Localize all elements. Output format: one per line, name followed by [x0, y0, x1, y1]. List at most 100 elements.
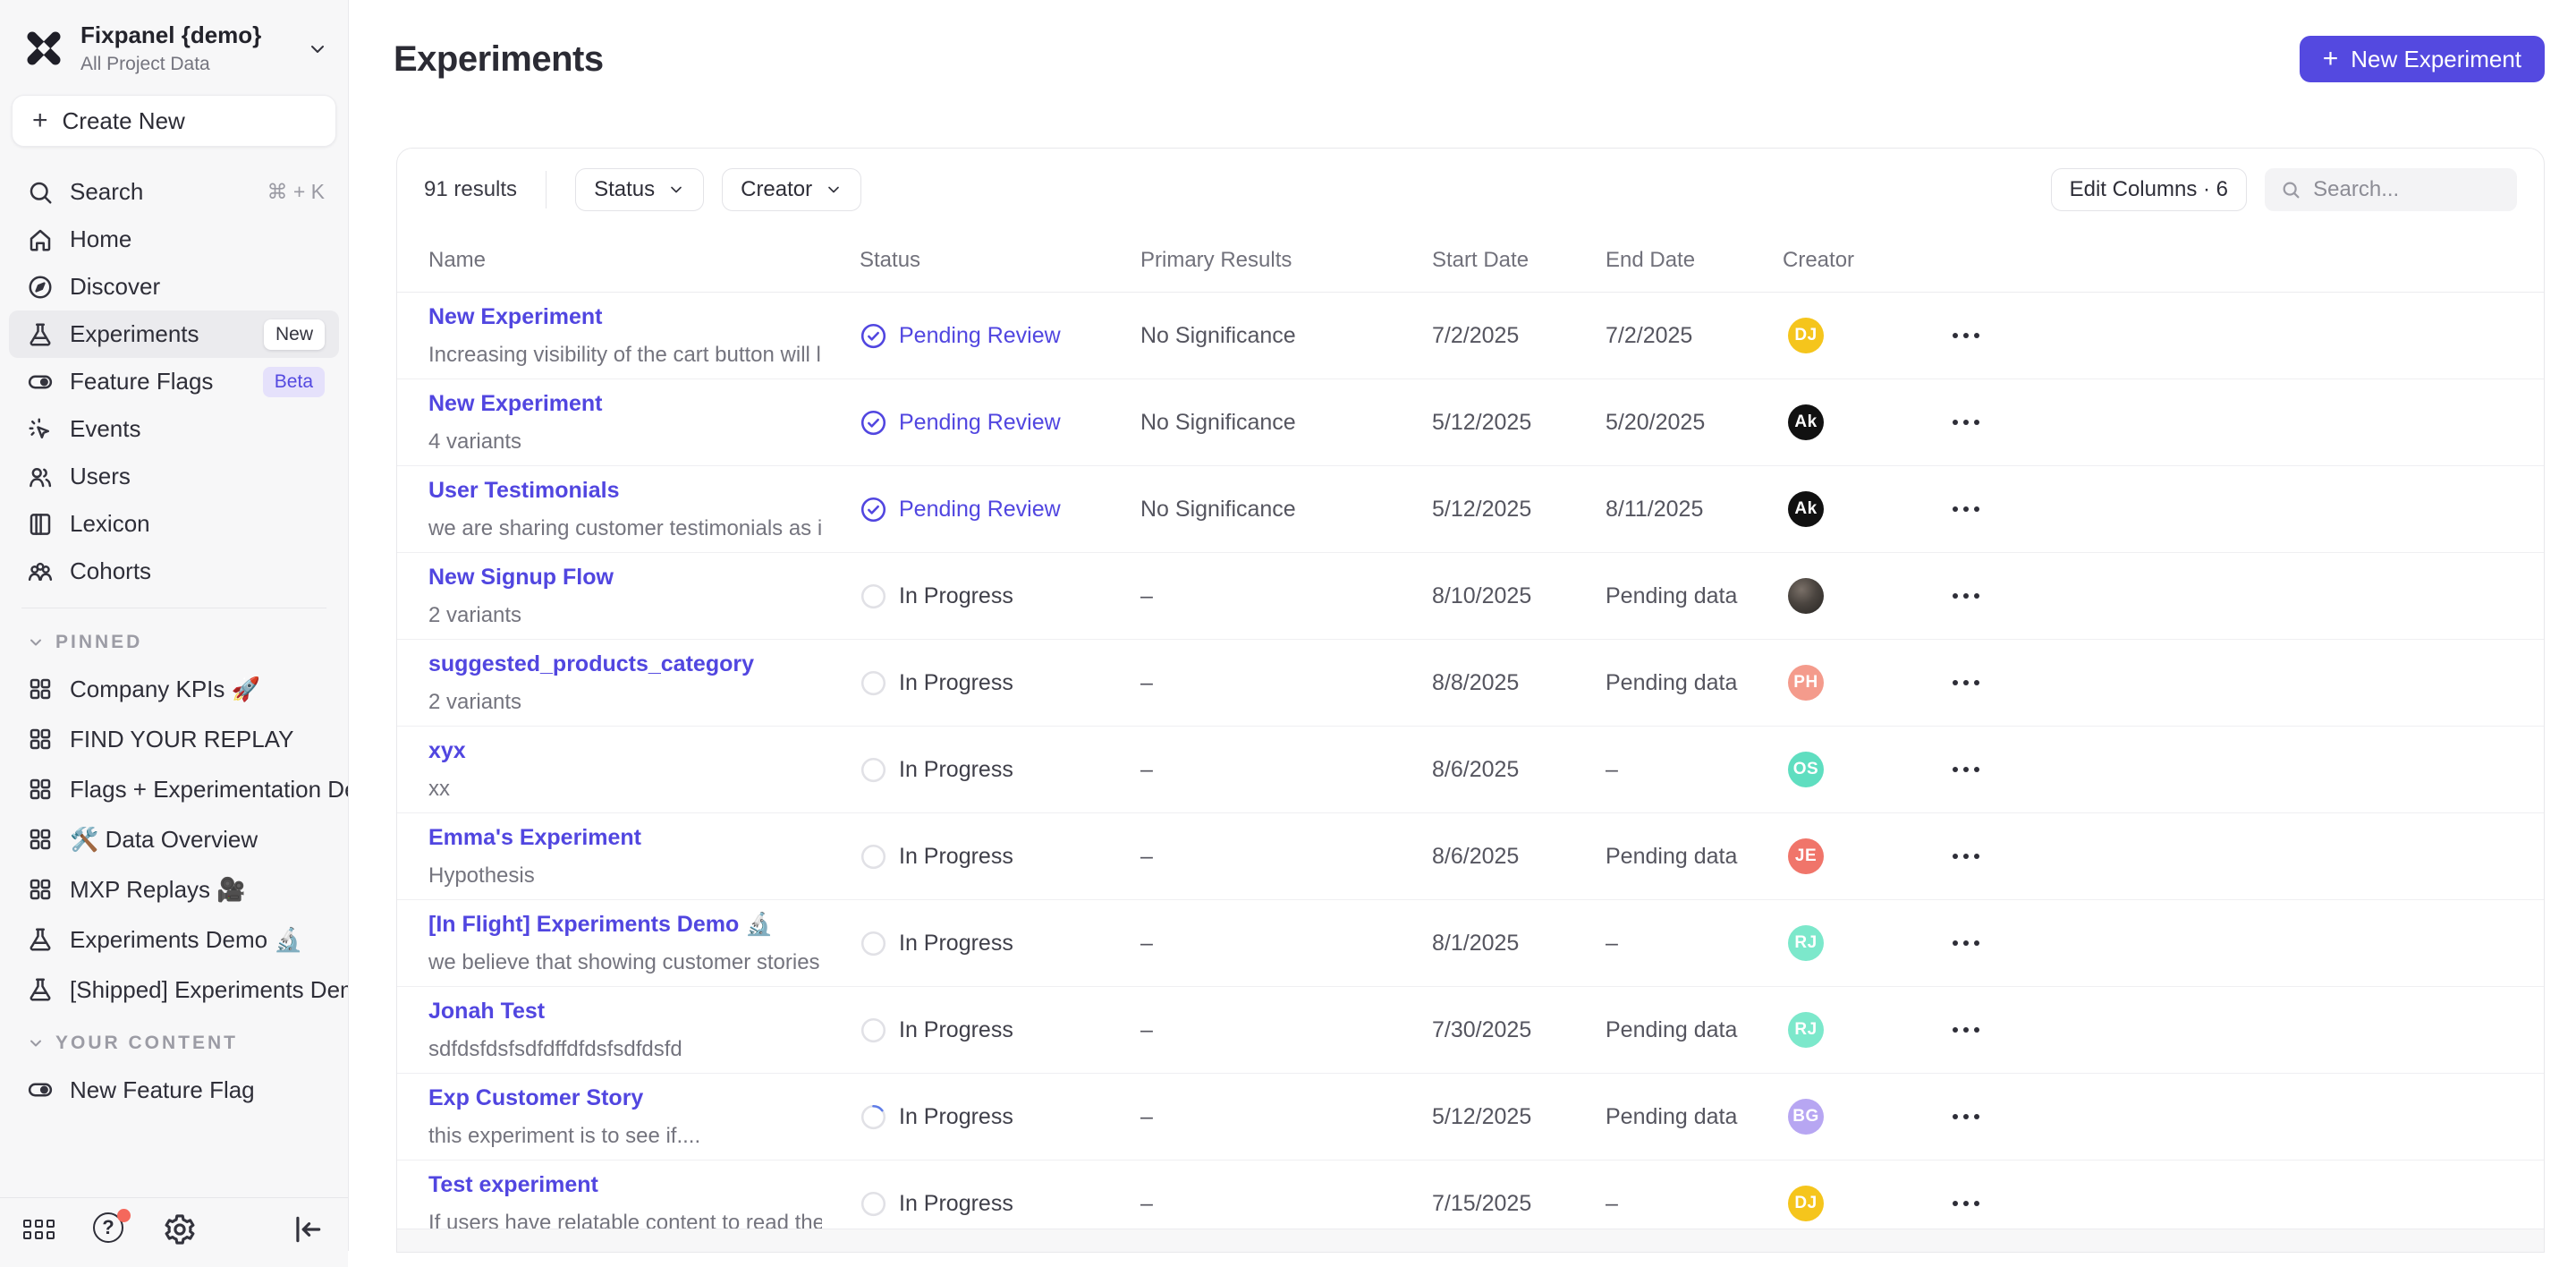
experiment-name-link[interactable]: Emma's Experiment [428, 825, 641, 851]
creator-cell: Ak [1783, 491, 1927, 527]
experiment-description: Hypothesis [428, 863, 822, 889]
row-actions-menu[interactable] [1947, 671, 2544, 694]
experiment-name-link[interactable]: suggested_products_category [428, 651, 754, 677]
workspace-switcher[interactable]: Fixpanel {demo} All Project Data [0, 0, 348, 89]
experiment-name-link[interactable]: New Experiment [428, 391, 603, 417]
status-cell: In Progress [860, 1190, 1140, 1218]
row-actions-menu[interactable] [1947, 758, 2544, 781]
row-actions-menu[interactable] [1947, 931, 2544, 955]
experiment-name-link[interactable]: [In Flight] Experiments Demo 🔬 [428, 912, 773, 938]
board-icon [27, 726, 54, 753]
in-progress-icon [860, 843, 887, 871]
status-filter-button[interactable]: Status [575, 168, 704, 211]
experiment-name-link[interactable]: Exp Customer Story [428, 1085, 643, 1111]
collapse-sidebar-icon[interactable] [291, 1212, 325, 1246]
row-actions-menu[interactable] [1947, 324, 2544, 347]
row-actions-menu[interactable] [1947, 584, 2544, 608]
experiment-name-link[interactable]: Test experiment [428, 1172, 598, 1198]
table-row: New Experiment Increasing visibility of … [397, 293, 2544, 379]
settings-gear-icon[interactable] [163, 1212, 197, 1246]
row-actions-menu[interactable] [1947, 1192, 2544, 1215]
nav-label: Cohorts [70, 557, 151, 585]
experiment-name-link[interactable]: User Testimonials [428, 478, 620, 504]
pinned-item-experiments-demo[interactable]: Experiments Demo 🔬 [0, 914, 348, 965]
pinned-item-shipped-experiments-demo[interactable]: [Shipped] Experiments Demo 🖊️ [0, 965, 348, 1015]
experiment-description: we are sharing customer testimonials as … [428, 516, 822, 541]
start-date-cell: 5/12/2025 [1432, 1104, 1606, 1130]
board-icon [27, 876, 54, 903]
pinned-label: MXP Replays 🎥 [70, 876, 246, 904]
sidebar-item-feature-flags[interactable]: Feature Flags Beta [9, 358, 339, 405]
primary-results-cell: – [1140, 1104, 1432, 1130]
column-header-end-date[interactable]: End Date [1606, 248, 1783, 273]
edit-columns-label: Edit Columns · 6 [2070, 177, 2228, 202]
sidebar-item-cohorts[interactable]: Cohorts [9, 548, 339, 595]
sidebar-item-users[interactable]: Users [9, 453, 339, 500]
status-cell: In Progress [860, 756, 1140, 784]
your-content-title: YOUR CONTENT [55, 1033, 238, 1054]
status-label: In Progress [899, 583, 1013, 609]
row-actions-menu[interactable] [1947, 497, 2544, 521]
pinned-item-mxp-replays[interactable]: MXP Replays 🎥 [0, 864, 348, 914]
edit-columns-button[interactable]: Edit Columns · 6 [2051, 168, 2247, 211]
main-content: Experiments + New Experiment 91 results … [350, 0, 2576, 1251]
sidebar-item-search[interactable]: Search ⌘ + K [9, 168, 339, 216]
experiment-name-link[interactable]: New Signup Flow [428, 565, 614, 591]
table-row: User Testimonials we are sharing custome… [397, 466, 2544, 553]
help-icon[interactable]: ? [93, 1212, 127, 1246]
creator-avatar: Ak [1788, 491, 1824, 527]
experiment-name-link[interactable]: New Experiment [428, 304, 603, 330]
experiment-name-link[interactable]: xyx [428, 738, 466, 764]
row-actions-menu[interactable] [1947, 1018, 2544, 1042]
sidebar-item-experiments[interactable]: Experiments New [9, 310, 339, 358]
creator-cell [1783, 578, 1927, 614]
sidebar-item-lexicon[interactable]: Lexicon [9, 500, 339, 548]
actions-cell [1927, 758, 2544, 781]
workspace-name: Fixpanel {demo} [80, 21, 291, 49]
sidebar-item-events[interactable]: Events [9, 405, 339, 453]
row-actions-menu[interactable] [1947, 411, 2544, 434]
apps-grid-icon[interactable] [23, 1212, 57, 1246]
pinned-item-flags-experimentation[interactable]: Flags + Experimentation Demo [0, 764, 348, 814]
table-search[interactable] [2265, 168, 2517, 211]
column-header-status[interactable]: Status [860, 248, 1140, 273]
primary-results-cell: – [1140, 931, 1432, 957]
in-progress-icon [860, 1190, 887, 1218]
your-content-item-new-feature-flag[interactable]: New Feature Flag [0, 1065, 348, 1115]
column-header-creator[interactable]: Creator [1783, 248, 1927, 273]
flask-icon [27, 926, 54, 953]
chevron-down-icon [27, 1034, 45, 1052]
workspace-subtitle: All Project Data [80, 54, 291, 75]
actions-cell [1927, 845, 2544, 868]
create-new-button[interactable]: + Create New [12, 95, 336, 147]
column-header-primary-results[interactable]: Primary Results [1140, 248, 1432, 273]
creator-cell: DJ [1783, 1186, 1927, 1221]
column-header-name[interactable]: Name [428, 248, 860, 273]
toggle-icon [27, 1076, 54, 1103]
experiment-description: xx [428, 777, 822, 802]
pinned-item-data-overview[interactable]: 🛠️ Data Overview [0, 814, 348, 864]
row-actions-menu[interactable] [1947, 845, 2544, 868]
creator-cell: RJ [1783, 1012, 1927, 1048]
sidebar-item-home[interactable]: Home [9, 216, 339, 263]
experiment-name-link[interactable]: Jonah Test [428, 999, 545, 1025]
row-actions-menu[interactable] [1947, 1105, 2544, 1128]
start-date-cell: 8/10/2025 [1432, 583, 1606, 609]
status-label: Pending Review [899, 410, 1061, 436]
search-input[interactable] [2313, 177, 2501, 202]
new-experiment-button[interactable]: + New Experiment [2300, 36, 2545, 82]
pinned-section-header[interactable]: PINNED [0, 614, 348, 664]
nav-label: Home [70, 225, 131, 253]
sidebar-item-discover[interactable]: Discover [9, 263, 339, 310]
status-cell: In Progress [860, 1016, 1140, 1044]
start-date-cell: 7/2/2025 [1432, 323, 1606, 349]
pinned-item-company-kpis[interactable]: Company KPIs 🚀 [0, 664, 348, 714]
status-label: In Progress [899, 931, 1013, 957]
pinned-item-find-your-replay[interactable]: FIND YOUR REPLAY [0, 714, 348, 764]
column-header-start-date[interactable]: Start Date [1432, 248, 1606, 273]
end-date-cell: 5/20/2025 [1606, 410, 1783, 436]
creator-filter-button[interactable]: Creator [722, 168, 861, 211]
nav-label: Experiments [70, 320, 199, 348]
your-content-section-header[interactable]: YOUR CONTENT [0, 1015, 348, 1065]
toolbar-divider [546, 171, 547, 208]
